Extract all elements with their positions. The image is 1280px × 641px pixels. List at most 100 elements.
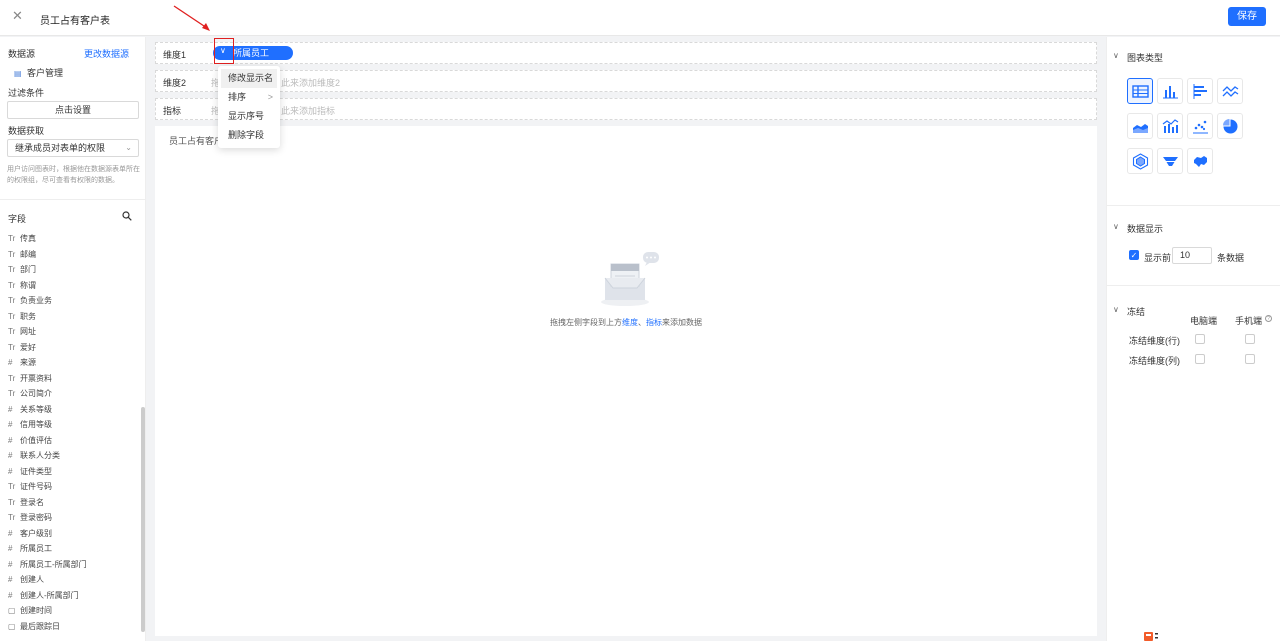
chevron-right-icon: > (267, 92, 273, 102)
help-icon[interactable]: ? (1265, 315, 1272, 322)
field-item[interactable]: # 客户级别 (8, 526, 138, 542)
field-name: 创建人 (20, 575, 44, 584)
field-item[interactable]: Tr 证件号码 (8, 479, 138, 495)
field-item[interactable]: Tr 部门 (8, 262, 138, 278)
menu-item-rename[interactable]: 修改显示名 (221, 69, 277, 88)
data-display-section[interactable]: ∨ 数据显示 (1113, 222, 1163, 235)
search-icon[interactable] (122, 211, 132, 221)
field-name: 传真 (20, 234, 36, 243)
chart-type-funnel[interactable] (1157, 148, 1183, 174)
empty-hint-metric[interactable]: 指标 (646, 318, 662, 327)
field-item[interactable]: Tr 网址 (8, 324, 138, 340)
chart-type-section[interactable]: ∨ 图表类型 (1113, 51, 1163, 64)
field-item[interactable]: # 所属员工 (8, 541, 138, 557)
filter-label: 过滤条件 (8, 88, 45, 98)
field-item[interactable]: # 来源 (8, 355, 138, 371)
freeze-label: 冻结 (1127, 307, 1146, 317)
chart-type-map[interactable] (1187, 148, 1213, 174)
field-item[interactable]: # 价值评估 (8, 433, 138, 449)
number-field-icon: # (8, 435, 13, 445)
field-item[interactable]: Tr 开票资料 (8, 371, 138, 387)
field-item[interactable]: # 所属员工-所属部门 (8, 557, 138, 573)
menu-item-delete[interactable]: 删除字段 (221, 126, 277, 145)
show-first-input[interactable]: 10 (1172, 247, 1212, 264)
menu-item-label: 删除字段 (228, 130, 265, 140)
change-datasource-link[interactable]: 更改数据源 (84, 47, 129, 60)
field-item[interactable]: Tr 称谓 (8, 278, 138, 294)
field-item[interactable]: Tr 爱好 (8, 340, 138, 356)
combo-chart-icon (1162, 119, 1179, 133)
line-chart-icon (1222, 86, 1239, 97)
menu-item-label: 显示序号 (228, 111, 265, 121)
text-field-icon: Tr (8, 249, 16, 259)
show-first-checkbox[interactable]: ✓ (1129, 250, 1139, 260)
empty-inbox-icon (601, 252, 659, 306)
number-field-icon: # (8, 575, 13, 584)
chart-type-table[interactable] (1127, 78, 1153, 104)
field-name: 客户级别 (20, 528, 52, 538)
pill-dropdown-highlight[interactable]: ∨ (214, 38, 234, 64)
field-name: 公司简介 (20, 389, 52, 398)
fetch-select-value: 继承成员对表单的权限 (15, 143, 106, 153)
show-first-unit: 条数据 (1217, 253, 1245, 263)
chart-type-scatter[interactable] (1187, 113, 1213, 139)
chart-type-line[interactable] (1217, 78, 1243, 104)
field-item[interactable]: Tr 登录密码 (8, 510, 138, 526)
dimension1-row[interactable]: 维度1 所属员工 ∨ (155, 38, 1097, 64)
field-item[interactable]: # 信用等级 (8, 417, 138, 433)
chart-type-column[interactable] (1157, 78, 1183, 104)
number-field-icon: # (8, 404, 13, 414)
column-chart-icon (1163, 86, 1178, 99)
close-icon[interactable]: ✕ (12, 9, 24, 23)
freeze-row-mobile-checkbox[interactable] (1245, 334, 1255, 344)
freeze-section[interactable]: ∨ 冻结 (1113, 305, 1146, 318)
empty-hint: 拖拽左侧字段到上方维度、指标来添加数据 (155, 317, 1097, 328)
chart-type-area[interactable] (1127, 113, 1153, 139)
chart-type-pie[interactable] (1217, 113, 1243, 139)
chart-canvas: 员工占有客户 拖拽左侧字段到上方维度、指标来添加数据 (155, 126, 1097, 636)
field-item[interactable]: Tr 职务 (8, 309, 138, 325)
field-item[interactable]: Tr 负责业务 (8, 293, 138, 309)
field-item[interactable]: # 联系人分类 (8, 448, 138, 464)
freeze-row-pc-checkbox[interactable] (1195, 334, 1205, 344)
field-item[interactable]: # 创建人-所属部门 (8, 588, 138, 604)
field-item[interactable]: # 证件类型 (8, 464, 138, 480)
field-item[interactable]: Tr 邮编 (8, 247, 138, 263)
field-item[interactable]: ▢ 最后跟踪日 (8, 619, 138, 635)
field-item[interactable]: ▢ 创建时间 (8, 603, 138, 619)
menu-item-sort[interactable]: 排序 > (221, 88, 277, 107)
field-item[interactable]: Tr 登录名 (8, 495, 138, 511)
freeze-col-pc-checkbox[interactable] (1195, 354, 1205, 364)
chart-type-bar[interactable] (1187, 78, 1213, 104)
metric-row[interactable]: 指标 拖 此来添加指标 (155, 98, 1097, 120)
floating-widget-icon[interactable] (1142, 630, 1160, 641)
field-name: 部门 (20, 265, 36, 274)
text-field-icon: Tr (8, 265, 16, 274)
datasource-item[interactable]: ▤ 客户管理 (14, 66, 63, 79)
scrollbar[interactable] (141, 407, 145, 632)
dimension2-row[interactable]: 维度2 拖 此来添加维度2 (155, 70, 1097, 92)
chart-type-radar[interactable] (1127, 148, 1153, 174)
field-name: 创建时间 (20, 606, 52, 615)
empty-hint-dimension[interactable]: 维度 (622, 318, 638, 327)
field-name: 所属员工-所属部门 (20, 559, 87, 569)
field-name: 最后跟踪日 (20, 621, 60, 631)
freeze-col-mobile-checkbox[interactable] (1245, 354, 1255, 364)
menu-item-show-index[interactable]: 显示序号 (221, 107, 277, 126)
field-item[interactable]: # 关系等级 (8, 402, 138, 418)
funnel-chart-icon (1163, 157, 1178, 166)
text-field-icon: Tr (8, 482, 16, 491)
save-button[interactable]: 保存 (1228, 7, 1266, 26)
page-title: 员工占有客户表 (40, 16, 110, 27)
field-item[interactable]: # 创建人 (8, 572, 138, 588)
number-field-icon: # (8, 451, 13, 460)
field-item[interactable]: Tr 传真 (8, 231, 138, 247)
dimension2-placeholder-tail: 此来添加维度2 (281, 78, 341, 88)
field-item[interactable]: Tr 公司简介 (8, 386, 138, 402)
field-name: 价值评估 (20, 435, 52, 445)
field-name: 网址 (20, 327, 36, 336)
fetch-select[interactable]: 继承成员对表单的权限 ⌄ (7, 139, 139, 157)
filter-settings-button[interactable]: 点击设置 (7, 101, 139, 119)
annotation-arrow-icon (173, 5, 210, 31)
chart-type-combo[interactable] (1157, 113, 1183, 139)
